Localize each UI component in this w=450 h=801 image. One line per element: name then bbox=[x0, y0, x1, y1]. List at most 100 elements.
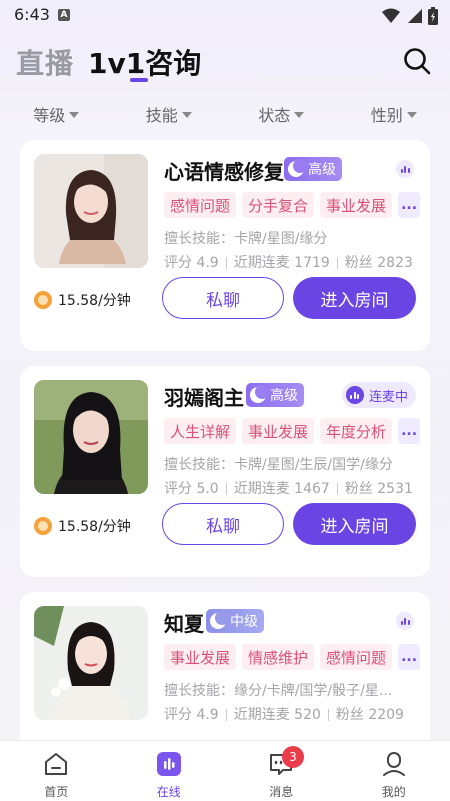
skill-tag: 感情问题 bbox=[164, 192, 237, 218]
level-label: 高级 bbox=[270, 388, 298, 404]
price: 15.58/分钟 bbox=[34, 516, 131, 536]
caret-down-icon bbox=[406, 112, 417, 118]
active-tab-indicator bbox=[130, 78, 148, 82]
search-icon[interactable] bbox=[400, 44, 434, 78]
live-status-label: 连麦中 bbox=[368, 389, 408, 405]
tag-list: 人生详解 事业发展 年度分析 ... bbox=[164, 418, 421, 444]
notification-icon: A bbox=[58, 9, 70, 21]
home-icon bbox=[45, 753, 68, 775]
consultant-card[interactable]: 知夏 中级 事业发展 情感维护 感情问题 ... 擅长技能：缘分/卡牌/国学/骰… bbox=[20, 592, 430, 740]
skills-text: 擅长技能：缘分/卡牌/国学/骰子/星... bbox=[164, 683, 393, 699]
status-bar: 6:43 A bbox=[0, 0, 450, 32]
battery-icon bbox=[428, 7, 438, 25]
moon-icon bbox=[210, 611, 229, 629]
tab-live[interactable]: 直播 bbox=[16, 42, 74, 82]
filter-label: 性别 bbox=[370, 106, 403, 125]
nav-label: 首页 bbox=[44, 785, 69, 799]
coin-icon bbox=[34, 291, 52, 309]
status-time: 6:43 bbox=[14, 5, 50, 24]
tag-list: 感情问题 分手复合 事业发展 ... bbox=[164, 192, 421, 218]
skill-tag: 事业发展 bbox=[320, 192, 393, 218]
filter-level[interactable]: 等级 bbox=[0, 100, 113, 128]
filter-gender[interactable]: 性别 bbox=[338, 100, 450, 128]
moon-icon bbox=[250, 385, 269, 403]
enter-room-button[interactable]: 进入房间 bbox=[293, 503, 416, 545]
stats-row: 评分 4.9 近期连麦 520 粉丝 2209 bbox=[164, 704, 404, 724]
coin-icon bbox=[34, 517, 52, 535]
skill-tag: 情感维护 bbox=[242, 644, 315, 670]
recent-calls: 近期连麦 1467 bbox=[233, 481, 330, 497]
private-chat-button[interactable]: 私聊 bbox=[162, 503, 284, 545]
skill-tag: 事业发展 bbox=[242, 418, 315, 444]
nav-profile[interactable]: 我的 bbox=[338, 741, 450, 801]
consultant-card[interactable]: 羽嫣阁主 高级 连麦中 人生详解 事业发展 年度分析 ... 擅长技能：卡牌/星… bbox=[20, 366, 430, 577]
signal-icon bbox=[408, 9, 422, 23]
level-label: 中级 bbox=[230, 614, 258, 630]
price: 15.58/分钟 bbox=[34, 290, 131, 310]
bottom-nav: 首页 在线 消息 我的 bbox=[0, 740, 450, 801]
skill-tag: 人生详解 bbox=[164, 418, 237, 444]
more-tags-button[interactable]: ... bbox=[398, 644, 421, 670]
private-chat-button[interactable]: 私聊 bbox=[162, 277, 284, 319]
top-header: 直播 1v1咨询 bbox=[0, 38, 450, 86]
filter-status[interactable]: 状态 bbox=[225, 100, 338, 128]
nav-home[interactable]: 首页 bbox=[0, 741, 113, 801]
skill-tag: 感情问题 bbox=[320, 644, 393, 670]
recent-calls: 近期连麦 520 bbox=[233, 707, 321, 723]
level-badge: 高级 bbox=[284, 157, 342, 181]
skills-text: 擅长技能：卡牌/星图/生辰/国学/缘分 bbox=[164, 457, 393, 473]
recent-calls: 近期连麦 1719 bbox=[233, 255, 330, 271]
avatar[interactable] bbox=[34, 606, 148, 720]
avatar[interactable] bbox=[34, 380, 148, 494]
filter-label: 技能 bbox=[145, 106, 178, 125]
fans-count: 粉丝 2823 bbox=[344, 255, 413, 271]
level-badge: 高级 bbox=[246, 383, 304, 407]
tab-1v1-consult[interactable]: 1v1咨询 bbox=[88, 42, 201, 82]
score: 评分 5.0 bbox=[164, 481, 219, 497]
more-tags-button[interactable]: ... bbox=[398, 192, 421, 218]
enter-room-button[interactable]: 进入房间 bbox=[293, 277, 416, 319]
nav-messages[interactable]: 消息 bbox=[225, 741, 338, 801]
nav-online[interactable]: 在线 bbox=[113, 741, 226, 801]
filter-label: 等级 bbox=[33, 106, 66, 125]
skills-text: 擅长技能：卡牌/星图/缘分 bbox=[164, 231, 328, 247]
audio-wave-icon bbox=[345, 386, 364, 404]
level-label: 高级 bbox=[308, 162, 336, 178]
live-status-badge: 连麦中 bbox=[341, 382, 416, 408]
filter-label: 状态 bbox=[258, 106, 291, 125]
fans-count: 粉丝 2209 bbox=[335, 707, 404, 723]
unread-badge: 3 bbox=[282, 746, 304, 768]
filter-skill[interactable]: 技能 bbox=[113, 100, 226, 128]
fans-count: 粉丝 2531 bbox=[344, 481, 413, 497]
profile-icon bbox=[382, 752, 405, 776]
level-badge: 中级 bbox=[206, 609, 264, 633]
more-tags-button[interactable]: ... bbox=[398, 418, 421, 444]
stats-row: 评分 5.0 近期连麦 1467 粉丝 2531 bbox=[164, 478, 413, 498]
audio-wave-icon bbox=[396, 160, 414, 178]
caret-down-icon bbox=[181, 112, 192, 118]
consultant-name: 知夏 bbox=[164, 612, 204, 636]
nav-label: 消息 bbox=[269, 785, 294, 799]
consultant-card[interactable]: 心语情感修复 高级 感情问题 分手复合 事业发展 ... 擅长技能：卡牌/星图/… bbox=[20, 140, 430, 351]
skill-tag: 事业发展 bbox=[164, 644, 237, 670]
filter-bar: 等级 技能 状态 性别 bbox=[0, 100, 450, 128]
audio-wave-icon bbox=[396, 612, 414, 630]
nav-label: 我的 bbox=[381, 785, 406, 799]
nav-label: 在线 bbox=[156, 785, 181, 799]
score: 评分 4.9 bbox=[164, 707, 219, 723]
score: 评分 4.9 bbox=[164, 255, 219, 271]
skill-tag: 分手复合 bbox=[242, 192, 315, 218]
skill-tag: 年度分析 bbox=[320, 418, 393, 444]
online-icon bbox=[156, 752, 181, 776]
wifi-icon bbox=[382, 8, 400, 23]
caret-down-icon bbox=[294, 112, 305, 118]
moon-icon bbox=[288, 159, 307, 177]
tag-list: 事业发展 情感维护 感情问题 ... bbox=[164, 644, 421, 670]
price-text: 15.58/分钟 bbox=[58, 293, 131, 309]
caret-down-icon bbox=[69, 112, 80, 118]
stats-row: 评分 4.9 近期连麦 1719 粉丝 2823 bbox=[164, 252, 413, 272]
price-text: 15.58/分钟 bbox=[58, 519, 131, 535]
consultant-name: 心语情感修复 bbox=[164, 160, 284, 184]
avatar[interactable] bbox=[34, 154, 148, 268]
consultant-name: 羽嫣阁主 bbox=[164, 386, 244, 410]
